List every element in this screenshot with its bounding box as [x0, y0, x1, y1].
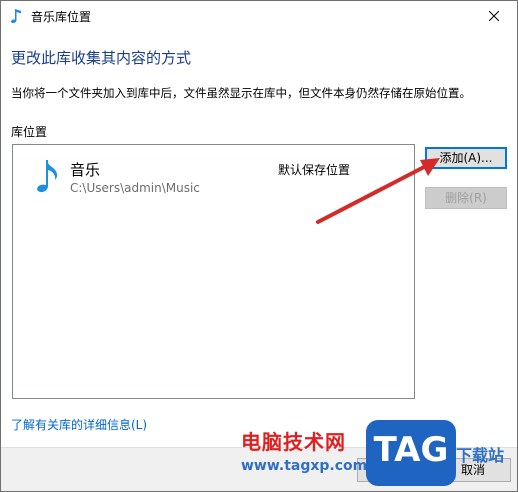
add-location-button[interactable]: 添加(A)... [425, 147, 507, 169]
remove-location-button[interactable]: 删除(R) [425, 187, 507, 209]
watermark-site: 下载站 [456, 446, 505, 465]
library-locations-dialog: 音乐库位置 更改此库收集其内容的方式 当你将一个文件夹加入到库中后，文件虽然显示… [0, 0, 518, 492]
description-text: 当你将一个文件夹加入到库中后，文件虽然显示在库中，但文件本身仍然存储在原始位置。 [11, 86, 471, 100]
window-title: 音乐库位置 [31, 10, 92, 24]
music-note-icon [37, 160, 58, 193]
library-locations-list[interactable]: 音乐 C:\Users\admin\Music 默认保存位置 [12, 144, 415, 399]
default-save-location-label: 默认保存位置 [278, 163, 351, 177]
library-locations-label: 库位置 [11, 125, 48, 139]
location-name: 音乐 [70, 161, 101, 179]
title-bar: 音乐库位置 [1, 1, 517, 31]
page-heading: 更改此库收集其内容的方式 [11, 49, 192, 67]
close-icon [489, 11, 499, 21]
watermark-logo: TAG [366, 420, 456, 486]
watermark-url: www.tagxp.com [241, 458, 368, 474]
watermark-title: 电脑技术网 [241, 430, 346, 454]
learn-more-link[interactable]: 了解有关库的详细信息(L) [11, 416, 147, 433]
watermark-logo-text: TAG [373, 430, 449, 470]
list-item[interactable]: 音乐 C:\Users\admin\Music 默认保存位置 [13, 145, 414, 201]
music-note-icon [11, 9, 21, 23]
close-button[interactable] [471, 1, 517, 31]
location-path: C:\Users\admin\Music [70, 181, 200, 195]
